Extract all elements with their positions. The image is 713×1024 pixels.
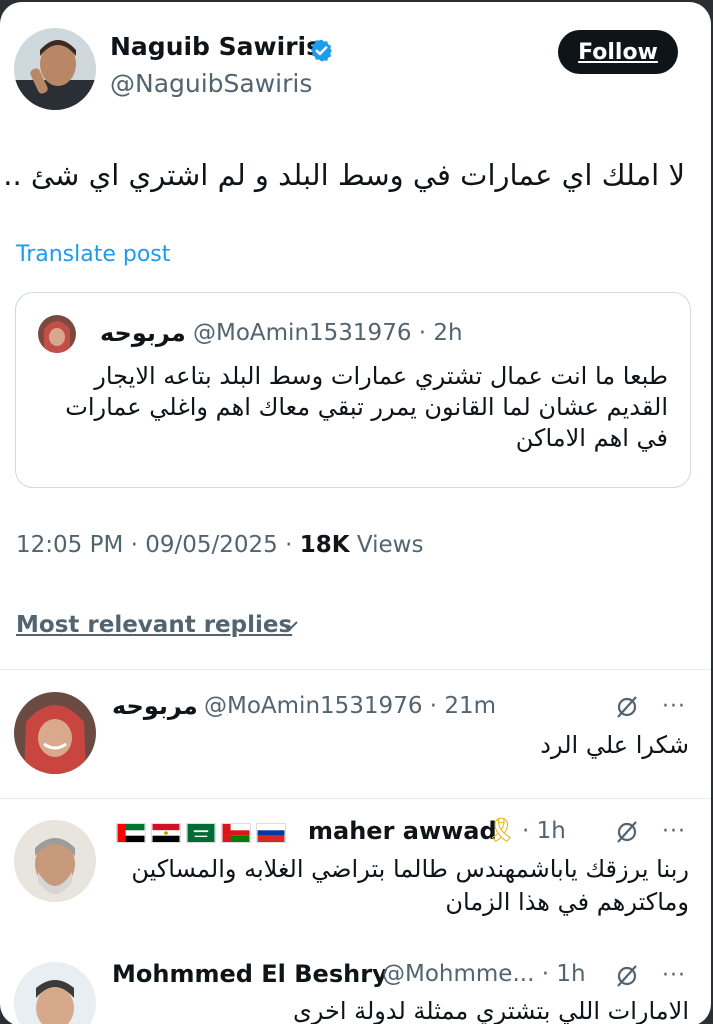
follow-button[interactable]: Follow <box>558 30 678 74</box>
translate-post-link[interactable]: Translate post <box>16 242 170 267</box>
quote-author-name: مربوحه <box>100 319 186 347</box>
views-label: Views <box>356 532 424 558</box>
more-options-icon[interactable]: ··· <box>662 694 686 719</box>
grok-icon[interactable] <box>614 963 640 989</box>
reply-avatar[interactable] <box>14 820 96 902</box>
post-timestamp[interactable]: 12:05 PM · 09/05/2025 · <box>16 532 292 558</box>
reply-flags <box>116 823 286 843</box>
post-text: لا املك اي عمارات في وسط البلد و لم اشتر… <box>3 158 685 192</box>
uae-flag-icon <box>116 823 146 843</box>
quote-author-meta: @MoAmin1531976 · 2h <box>193 320 463 346</box>
reply-text: الامارات اللي بتشتري ممثلة لدولة اخرى <box>292 997 689 1024</box>
reply-author-meta: · 1h <box>522 818 566 844</box>
saudi-flag-icon <box>186 823 216 843</box>
tweet-card: Naguib Sawiris @NaguibSawiris Follow لا … <box>0 2 711 1024</box>
reply-text: شكرا علي الرد <box>540 731 689 759</box>
quote-author-avatar <box>38 315 76 353</box>
oman-flag-icon <box>221 823 251 843</box>
divider <box>0 798 711 799</box>
verified-badge-icon <box>311 39 332 62</box>
reply-text-line: ربنا يرزقك ياباشمهندس طالما بتراضي الغلا… <box>131 855 689 883</box>
russia-flag-icon <box>256 823 286 843</box>
reply-avatar[interactable] <box>14 962 96 1024</box>
reply-author-name[interactable]: مربوحه <box>112 692 198 720</box>
post-meta: 12:05 PM · 09/05/2025 · 18K Views <box>16 532 423 558</box>
quote-text-line: في اهم الاماكن <box>515 424 668 452</box>
author-avatar[interactable] <box>14 28 96 110</box>
reply-text-line: وماكترهم في هذا الزمان <box>445 888 689 916</box>
more-options-icon[interactable]: ··· <box>662 963 686 988</box>
egypt-flag-icon <box>151 823 181 843</box>
quote-text-line: القديم عشان لما القانون يمرر تبقي معاك ا… <box>65 393 668 421</box>
reply-author-meta: @Mohmme... · 1h <box>382 961 586 987</box>
reply-avatar[interactable] <box>14 692 96 774</box>
author-handle[interactable]: @NaguibSawiris <box>110 69 312 98</box>
reply-author-name[interactable]: Mohmmed El Beshry <box>112 960 388 988</box>
reply-author-name[interactable]: maher awwad <box>308 817 497 845</box>
views-count: 18K <box>299 532 350 558</box>
quote-text: طبعا ما انت عمال تشتري عمارات وسط البلد … <box>28 361 668 454</box>
more-options-icon[interactable]: ··· <box>662 819 686 844</box>
quoted-post[interactable]: مربوحه @MoAmin1531976 · 2h طبعا ما انت ع… <box>15 292 691 488</box>
divider <box>0 669 711 670</box>
author-name[interactable]: Naguib Sawiris <box>110 32 321 61</box>
grok-icon[interactable] <box>614 694 640 720</box>
chevron-down-icon[interactable] <box>278 617 300 635</box>
replies-sort-dropdown[interactable]: Most relevant replies <box>16 612 292 638</box>
reply-author-meta: @MoAmin1531976 · 21m <box>204 693 497 719</box>
ribbon-icon: 🎗 <box>486 816 517 844</box>
quote-text-line: طبعا ما انت عمال تشتري عمارات وسط البلد … <box>94 362 668 390</box>
grok-icon[interactable] <box>614 819 640 845</box>
